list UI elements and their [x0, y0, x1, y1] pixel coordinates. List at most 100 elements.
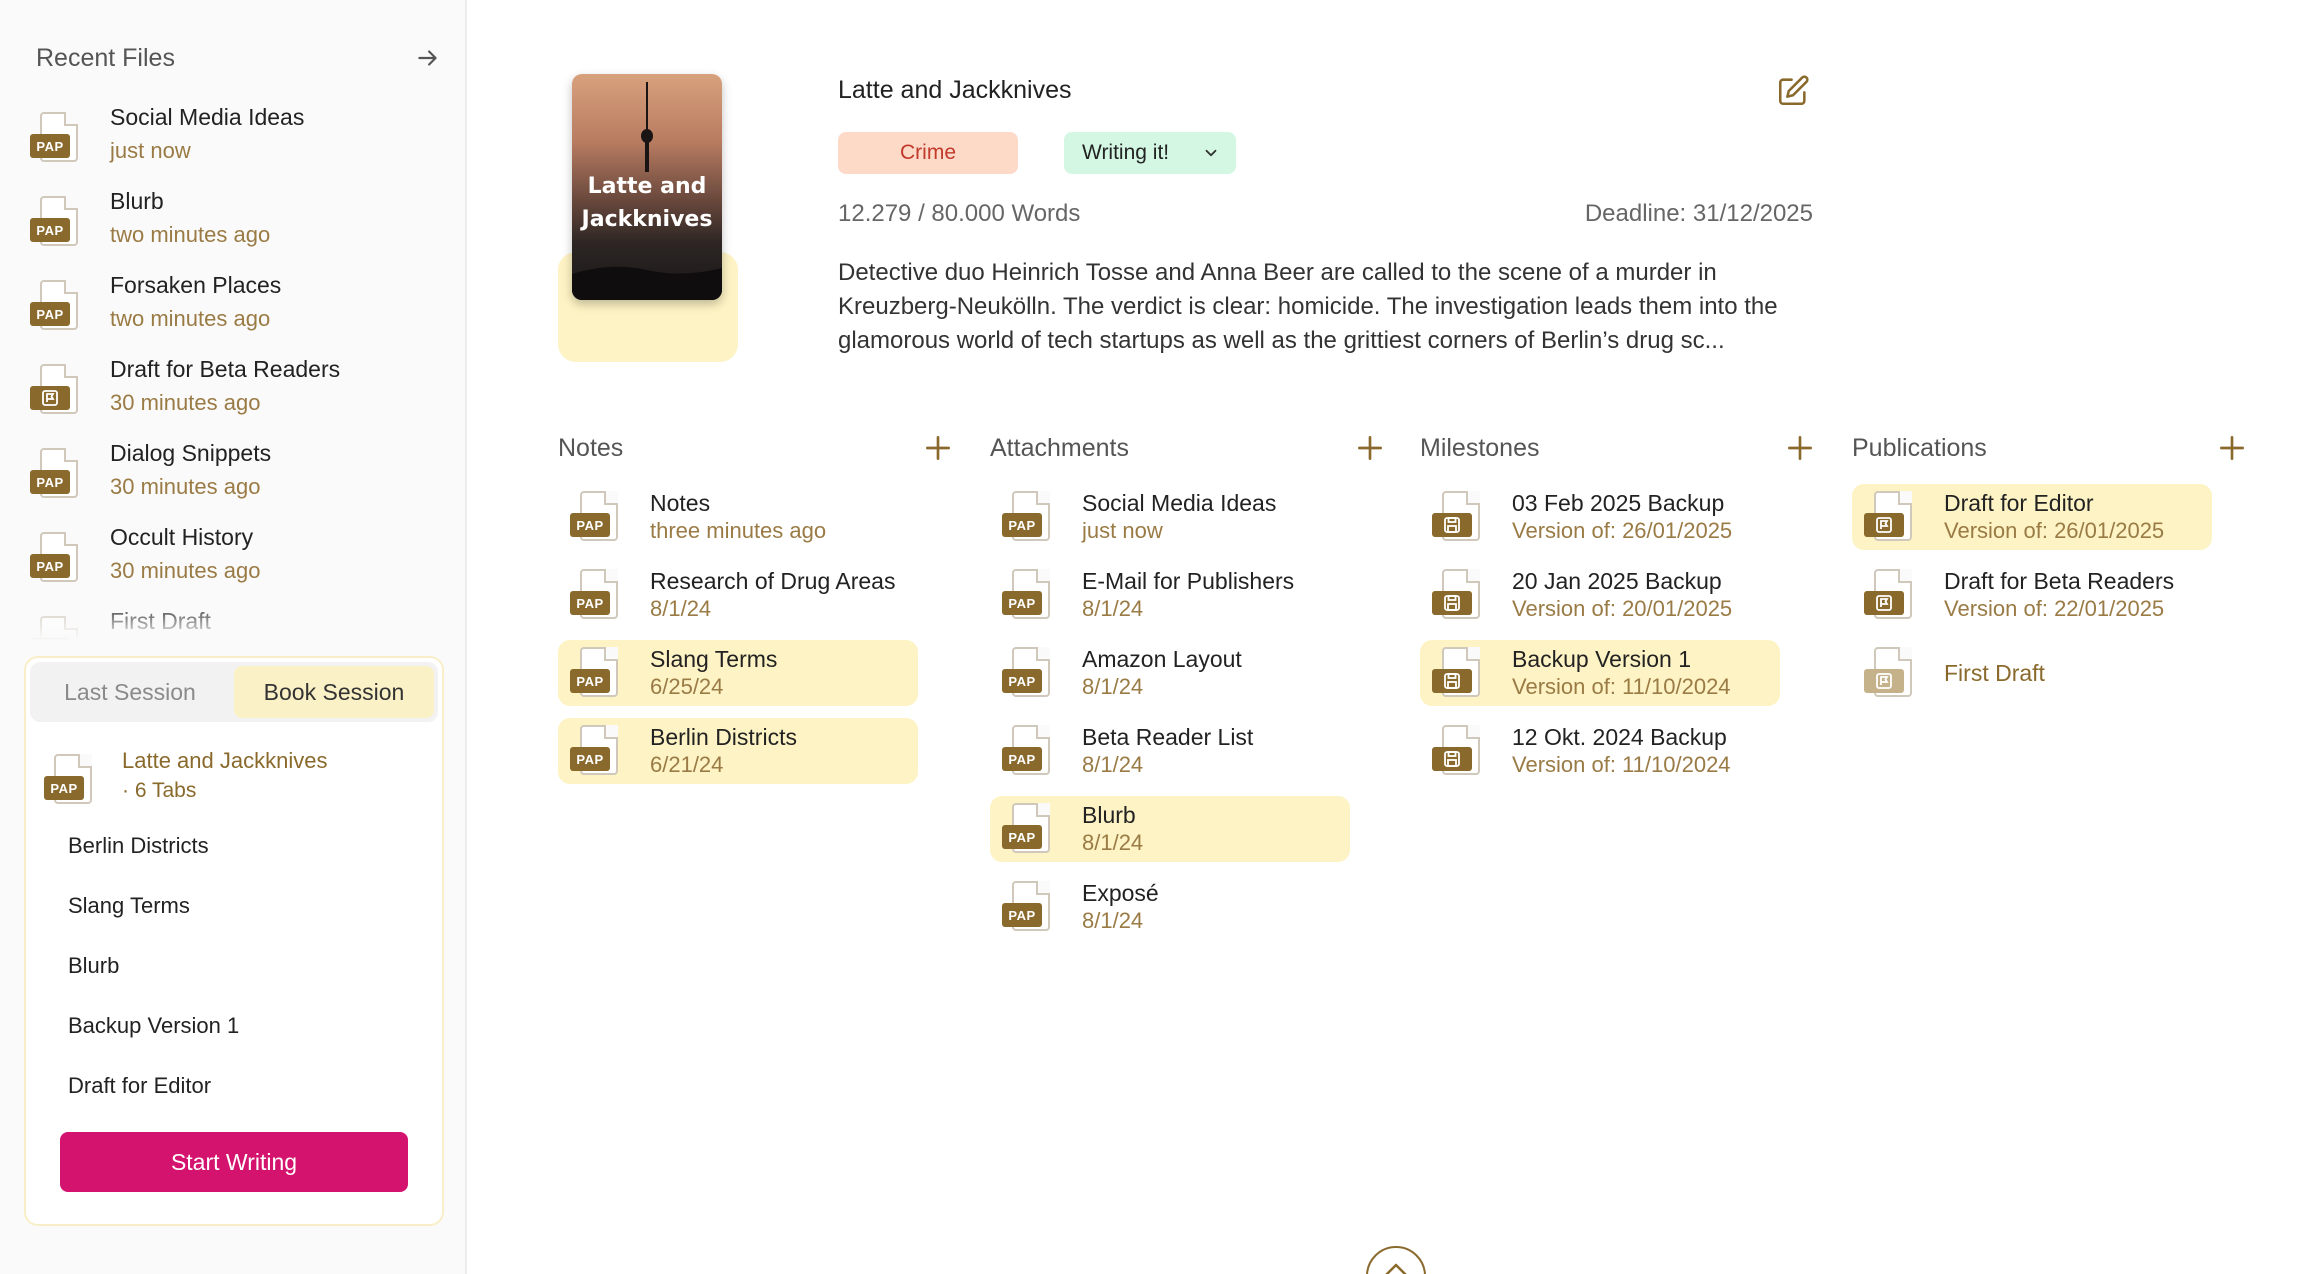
milestone-item[interactable]: Backup Version 1 Version of: 11/10/2024 [1420, 640, 1780, 706]
tab-book-session[interactable]: Book Session [234, 666, 434, 718]
recent-files-list: PAP Social Media Ideas just now PAP Blurb… [30, 100, 440, 640]
start-writing-button[interactable]: Start Writing [60, 1132, 408, 1192]
cover-title: Latte and Jackknives [581, 174, 713, 232]
chevron-down-icon [1202, 144, 1220, 168]
publications-title: Publications [1852, 433, 1987, 462]
attachment-date: just now [1082, 518, 1163, 543]
recent-file-name: Occult History [110, 524, 254, 550]
recent-file-item[interactable]: PAP Blurb two minutes ago [30, 184, 440, 268]
milestone-version: Version of: 11/10/2024 [1512, 674, 1731, 699]
attachments-column: Attachments PAP Social Media Ideas just n… [990, 430, 1386, 952]
recent-file-time: 30 minutes ago [110, 390, 261, 415]
backup-save-icon [1432, 569, 1484, 621]
attachment-date: 8/1/24 [1082, 596, 1144, 621]
attachment-name: Beta Reader List [1082, 724, 1254, 750]
attachment-item[interactable]: PAP E-Mail for Publishers 8/1/24 [990, 562, 1350, 628]
add-publication-plus-icon[interactable] [2216, 432, 2248, 464]
notes-column: Notes PAP Notes three minutes ago PAP Res… [558, 430, 954, 796]
milestone-name: 20 Jan 2025 Backup [1512, 568, 1722, 594]
publication-item[interactable]: Draft for Beta Readers Version of: 22/01/… [1852, 562, 2212, 628]
attachments-title: Attachments [990, 433, 1129, 462]
session-tab-item[interactable]: Slang Terms [68, 888, 239, 948]
recent-file-name: Draft for Beta Readers [110, 356, 341, 382]
publications-column: Publications Draft for Editor Version of:… [1852, 430, 2248, 718]
recent-file-item[interactable]: PAP Occult History 30 minutes ago [30, 520, 440, 604]
recent-files-title: Recent Files [36, 43, 175, 72]
attachment-item[interactable]: PAP Blurb 8/1/24 [990, 796, 1350, 862]
backup-save-icon [1432, 647, 1484, 699]
add-attachment-plus-icon[interactable] [1354, 432, 1386, 464]
attachment-item[interactable]: PAP Beta Reader List 8/1/24 [990, 718, 1350, 784]
note-date: 6/21/24 [650, 752, 724, 777]
recent-file-item[interactable]: PAP Dialog Snippets 30 minutes ago [30, 436, 440, 520]
session-tab-item[interactable]: Berlin Districts [68, 828, 239, 888]
pap-file-icon: PAP [30, 616, 82, 640]
pap-file-icon: PAP [1002, 725, 1054, 777]
note-item[interactable]: PAP Slang Terms 6/25/24 [558, 640, 918, 706]
note-date: three minutes ago [650, 518, 827, 543]
arrow-right-icon[interactable] [410, 40, 446, 76]
attachment-name: Social Media Ideas [1082, 490, 1277, 516]
recent-file-item[interactable]: PAP First Draft [30, 604, 440, 640]
session-book[interactable]: PAP Latte and Jackknives · 6 Tabs [44, 746, 327, 806]
note-name: Berlin Districts [650, 724, 797, 750]
recent-file-time: two minutes ago [110, 222, 271, 247]
attachment-item[interactable]: PAP Social Media Ideas just now [990, 484, 1350, 550]
attachment-date: 8/1/24 [1082, 830, 1144, 855]
pap-file-icon: PAP [1002, 803, 1054, 855]
backup-save-icon [1432, 491, 1484, 543]
pap-file-icon: PAP [30, 112, 82, 164]
recent-files-header: Recent Files [36, 40, 446, 76]
book-title: Latte and Jackknives [838, 76, 1072, 104]
recent-file-time: just now [110, 138, 191, 163]
attachment-item[interactable]: PAP Exposé 8/1/24 [990, 874, 1350, 940]
publication-item[interactable]: First Draft [1852, 640, 2212, 706]
pap-file-icon: PAP [30, 196, 82, 248]
session-tab-item[interactable]: Draft for Editor [68, 1068, 239, 1128]
note-item[interactable]: PAP Notes three minutes ago [558, 484, 918, 550]
publication-name: Draft for Beta Readers [1944, 568, 2175, 594]
attachment-item[interactable]: PAP Amazon Layout 8/1/24 [990, 640, 1350, 706]
recent-file-item[interactable]: Draft for Beta Readers 30 minutes ago [30, 352, 440, 436]
tab-last-session[interactable]: Last Session [30, 662, 230, 722]
status-dropdown[interactable]: Writing it! [1064, 132, 1236, 174]
pap-file-icon: PAP [570, 491, 622, 543]
chevron-up-icon[interactable] [1366, 1246, 1426, 1274]
book-cover[interactable]: Latte and Jackknives [572, 74, 722, 300]
milestone-item[interactable]: 03 Feb 2025 Backup Version of: 26/01/2025 [1420, 484, 1780, 550]
publication-item[interactable]: Draft for Editor Version of: 26/01/2025 [1852, 484, 2212, 550]
recent-file-time: 30 minutes ago [110, 558, 261, 583]
recent-file-name: Blurb [110, 188, 164, 214]
attachment-name: Amazon Layout [1082, 646, 1242, 672]
pap-file-icon: PAP [1002, 647, 1054, 699]
flag-file-icon [30, 364, 82, 416]
attachment-date: 8/1/24 [1082, 752, 1144, 777]
session-tab-item[interactable]: Backup Version 1 [68, 1008, 239, 1068]
add-note-plus-icon[interactable] [922, 432, 954, 464]
word-count: 12.279 / 80.000 Words [838, 200, 1081, 227]
pap-file-icon: PAP [1002, 569, 1054, 621]
milestone-item[interactable]: 12 Okt. 2024 Backup Version of: 11/10/202… [1420, 718, 1780, 784]
attachment-name: E-Mail for Publishers [1082, 568, 1295, 594]
attachment-name: Exposé [1082, 880, 1159, 906]
add-milestone-plus-icon[interactable] [1784, 432, 1816, 464]
recent-file-time: two minutes ago [110, 306, 271, 331]
session-tabs: Last Session Book Session [30, 662, 438, 722]
note-item[interactable]: PAP Research of Drug Areas 8/1/24 [558, 562, 918, 628]
note-item[interactable]: PAP Berlin Districts 6/21/24 [558, 718, 918, 784]
book-cover-area: Latte and Jackknives [558, 72, 738, 362]
publication-version: Version of: 22/01/2025 [1944, 596, 2165, 621]
recent-file-name: Social Media Ideas [110, 104, 305, 130]
milestone-name: 03 Feb 2025 Backup [1512, 490, 1725, 516]
flag-file-icon [1864, 569, 1916, 621]
recent-file-item[interactable]: PAP Forsaken Places two minutes ago [30, 268, 440, 352]
note-date: 8/1/24 [650, 596, 712, 621]
deadline: Deadline: 31/12/2025 [1584, 200, 1813, 227]
milestone-name: Backup Version 1 [1512, 646, 1692, 672]
pap-file-icon: PAP [570, 569, 622, 621]
milestone-item[interactable]: 20 Jan 2025 Backup Version of: 20/01/2025 [1420, 562, 1780, 628]
recent-file-item[interactable]: PAP Social Media Ideas just now [30, 100, 440, 184]
edit-icon[interactable] [1776, 74, 1810, 108]
note-name: Slang Terms [650, 646, 778, 672]
session-tab-item[interactable]: Blurb [68, 948, 239, 1008]
